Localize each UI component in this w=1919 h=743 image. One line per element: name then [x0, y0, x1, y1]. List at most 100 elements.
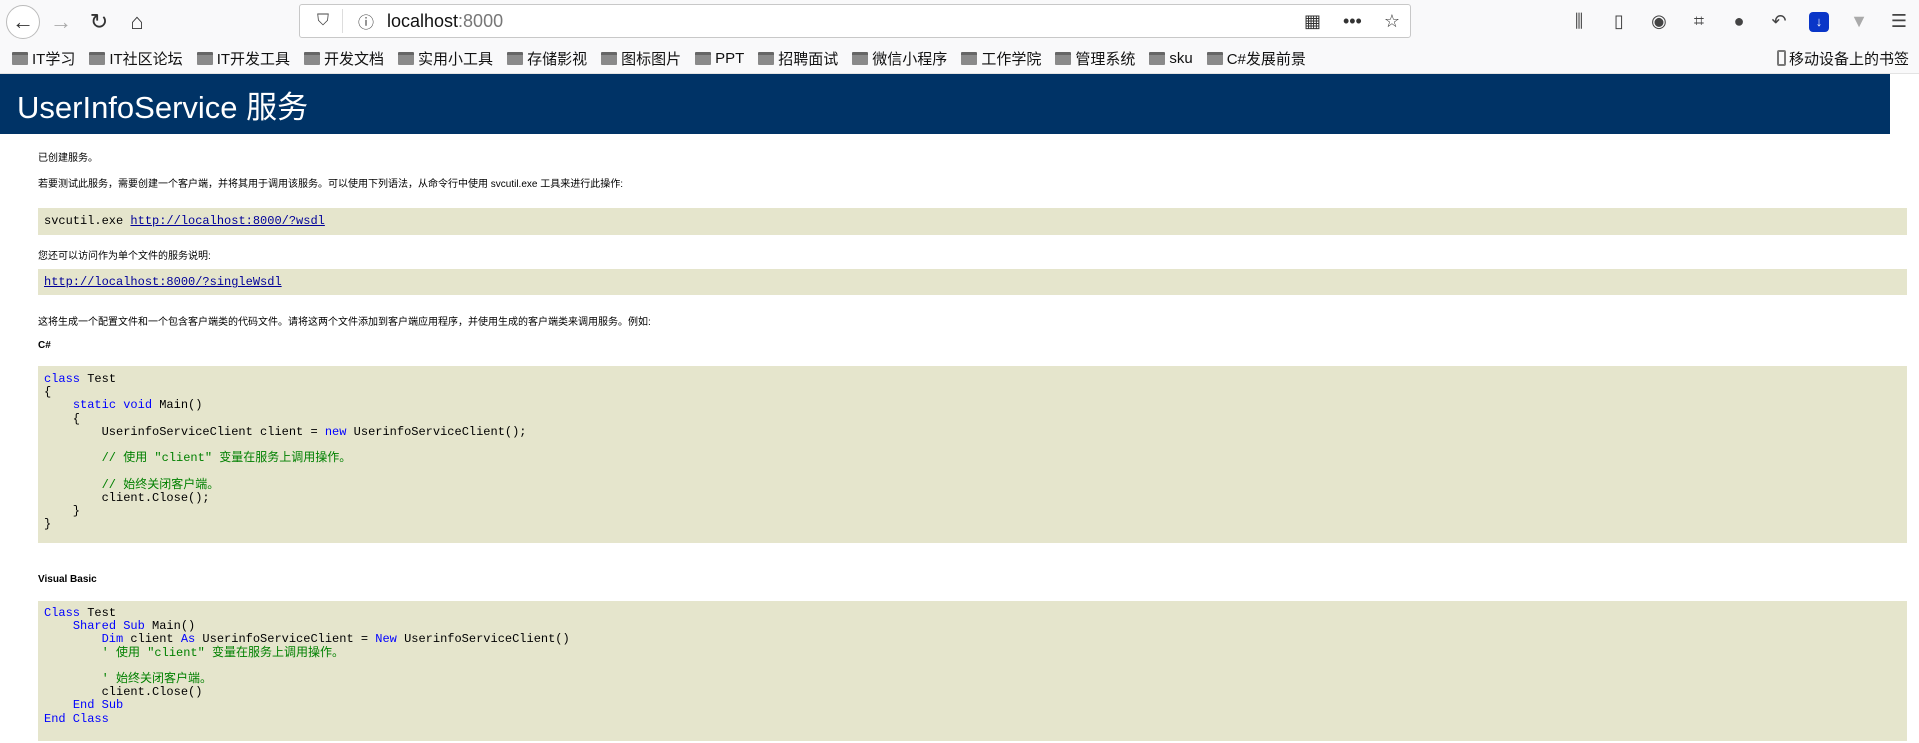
code-text: client: [123, 632, 181, 647]
bookmark-item[interactable]: 管理系统: [1055, 48, 1135, 69]
code-line: static void Main(): [44, 399, 1907, 412]
bookmark-item[interactable]: 工作学院: [961, 48, 1041, 69]
single-wsdl-link[interactable]: http://localhost:8000/?singleWsdl: [44, 275, 282, 289]
code-line: client.Close(): [44, 686, 1907, 699]
code-keyword: End Class: [44, 711, 109, 726]
code-line: ' 始终关闭客户端。: [44, 671, 1907, 686]
code-comment: ' 始终关闭客户端。: [101, 671, 213, 686]
code-text: UserinfoServiceClient(): [396, 632, 570, 647]
bookmark-item[interactable]: IT社区论坛: [89, 48, 183, 69]
address-bar[interactable]: ⛉ ⓘ localhost:8000 ▦ ••• ☆: [299, 4, 1411, 38]
undo-icon[interactable]: ↶: [1759, 11, 1799, 32]
code-line: End Class: [44, 711, 1907, 726]
bookmark-label: PPT: [715, 49, 745, 67]
bookmark-item[interactable]: 实用小工具: [398, 48, 493, 69]
folder-icon: [304, 51, 321, 65]
code-text: UserinfoServiceClient();: [346, 424, 527, 439]
divider: [342, 9, 343, 33]
folder-icon: [1055, 51, 1072, 65]
url-port: :8000: [458, 10, 504, 31]
phone-icon: [1776, 50, 1786, 66]
bookmark-item[interactable]: sku: [1149, 48, 1193, 69]
chat-icon[interactable]: ●: [1719, 11, 1759, 32]
folder-icon: [398, 51, 415, 65]
code-line: }: [44, 517, 1907, 531]
code-text: UserinfoServiceClient =: [195, 632, 376, 647]
svcutil-code-block: svcutil.exe http://localhost:8000/?wsdl: [38, 208, 1907, 235]
code-line: Class Test: [44, 606, 1907, 620]
code-line: {: [44, 386, 1907, 399]
test-instructions-text: 若要测试此服务，需要创建一个客户端，并将其用于调用该服务。可以使用下列语法，从命…: [38, 179, 624, 190]
url-host: localhost: [387, 10, 459, 31]
bookmark-item[interactable]: 图标图片: [601, 48, 681, 69]
bookmark-item[interactable]: PPT: [695, 48, 744, 69]
bookmark-label: 微信小程序: [872, 50, 948, 68]
account-icon[interactable]: ◉: [1639, 11, 1679, 32]
vb-code-block: Class Test Shared Sub Main() Dim client …: [38, 601, 1907, 741]
more-actions-icon[interactable]: •••: [1343, 11, 1362, 32]
reload-button[interactable]: ↻: [82, 5, 116, 39]
code-line: client.Close();: [44, 491, 1907, 505]
folder-icon: [1206, 51, 1223, 65]
wsdl-link[interactable]: http://localhost:8000/?wsdl: [130, 214, 324, 228]
folder-icon: [1149, 51, 1166, 65]
bookmark-item[interactable]: 开发文档: [304, 48, 384, 69]
sidebar-icon[interactable]: ▯: [1599, 11, 1639, 32]
mobile-bookmarks[interactable]: 移动设备上的书签: [1776, 48, 1909, 69]
code-keyword: New: [375, 632, 397, 647]
extension-v-icon[interactable]: ▼: [1839, 11, 1879, 32]
bookmark-item[interactable]: 存储影视: [507, 48, 587, 69]
url-text[interactable]: localhost:8000: [387, 11, 503, 32]
bookmark-label: IT开发工具: [216, 50, 291, 68]
mobile-bookmarks-label: 移动设备上的书签: [1788, 50, 1909, 68]
code-line: ' 使用 "client" 变量在服务上调用操作。: [44, 646, 1907, 660]
folder-icon: [852, 51, 869, 65]
generate-config-text: 这将生成一个配置文件和一个包含客户端类的代码文件。请将这两个文件添加到客户端应用…: [38, 317, 651, 328]
bookmark-item[interactable]: IT学习: [12, 48, 75, 69]
single-file-text: 您还可以访问作为单个文件的服务说明:: [38, 251, 211, 262]
home-button[interactable]: ⌂: [120, 5, 154, 39]
folder-icon: [758, 51, 775, 65]
bookmark-item[interactable]: IT开发工具: [196, 48, 291, 69]
code-line: // 使用 "client" 变量在服务上调用操作。: [44, 452, 1907, 465]
code-text: client.Close(): [44, 685, 203, 700]
folder-icon: [89, 51, 106, 65]
page-title: UserInfoService 服务: [0, 74, 1890, 134]
shield-icon[interactable]: ⛉: [312, 12, 334, 30]
code-keyword: class: [44, 372, 81, 386]
single-wsdl-code-block: http://localhost:8000/?singleWsdl: [38, 269, 1907, 295]
menu-icon[interactable]: ☰: [1879, 11, 1919, 32]
code-keyword: static void: [72, 398, 153, 413]
screenshot-crop-icon[interactable]: ⌗: [1679, 11, 1719, 32]
bookmark-label: 存储影视: [527, 50, 588, 68]
bookmark-label: C#发展前景: [1226, 50, 1306, 68]
folder-icon: [695, 51, 712, 65]
library-icon[interactable]: ⫼: [1559, 11, 1599, 32]
download-icon[interactable]: ↓: [1809, 11, 1829, 32]
bookmark-label: IT社区论坛: [109, 50, 183, 68]
browser-toolbar: ← → ↻ ⌂ ⛉ ⓘ localhost:8000 ▦ ••• ☆ ⫼ ▯ ◉…: [0, 0, 1919, 43]
forward-button[interactable]: →: [44, 5, 78, 39]
code-comment: // 使用 "client" 变量在服务上调用操作。: [101, 451, 352, 466]
back-button[interactable]: ←: [6, 4, 40, 39]
csharp-label: C#: [38, 340, 51, 351]
bookmark-label: 管理系统: [1075, 50, 1136, 68]
bookmark-item[interactable]: 微信小程序: [852, 48, 947, 69]
bookmark-item[interactable]: C#发展前景: [1206, 48, 1306, 69]
bookmark-star-icon[interactable]: ☆: [1384, 11, 1400, 32]
code-keyword: new: [324, 424, 347, 439]
code-keyword: Shared Sub: [72, 619, 145, 634]
qr-code-icon[interactable]: ▦: [1304, 11, 1321, 32]
code-line: UserinfoServiceClient client = new Useri…: [44, 424, 1907, 439]
code-keyword: As: [180, 632, 196, 647]
info-icon[interactable]: ⓘ: [355, 9, 377, 33]
bookmark-item[interactable]: 招聘面试: [758, 48, 838, 69]
code-keyword: Class: [44, 606, 81, 620]
